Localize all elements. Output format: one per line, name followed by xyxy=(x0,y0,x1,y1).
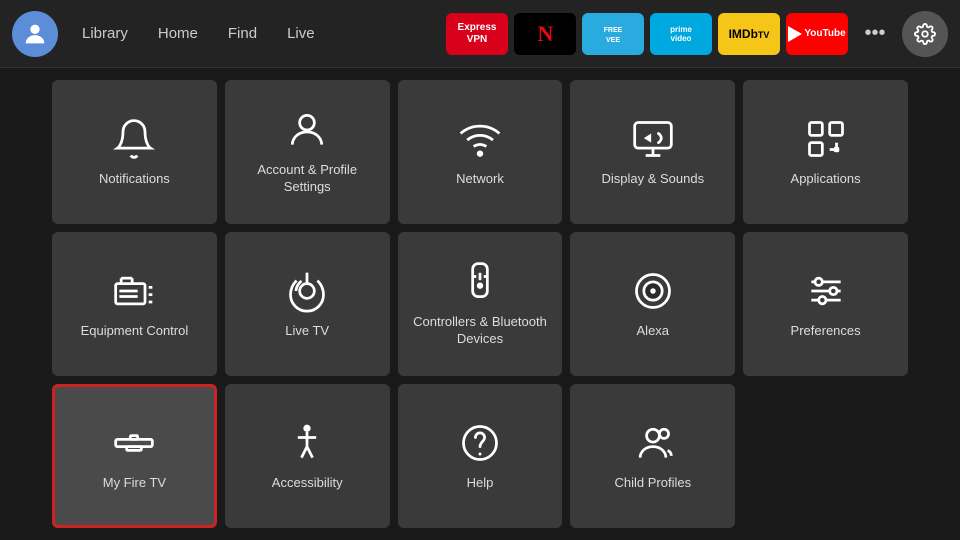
grid-child-profiles[interactable]: Child Profiles xyxy=(570,384,735,528)
top-nav: Library Home Find Live ExpressVPN N FREE… xyxy=(0,0,960,68)
preferences-label: Preferences xyxy=(791,323,861,340)
nav-live[interactable]: Live xyxy=(273,19,329,48)
svg-text:FREE: FREE xyxy=(604,27,623,34)
app-youtube[interactable]: YouTube xyxy=(786,13,848,55)
app-expressvpn[interactable]: ExpressVPN xyxy=(446,13,508,55)
nav-find[interactable]: Find xyxy=(214,19,271,48)
app-icons-bar: ExpressVPN N FREE VEE primevideo IMDbTV … xyxy=(446,11,948,57)
grid-account-profile[interactable]: Account & Profile Settings xyxy=(225,80,390,224)
grid-alexa[interactable]: Alexa xyxy=(570,232,735,376)
settings-grid: Notifications Account & Profile Settings… xyxy=(0,68,960,540)
live-tv-label: Live TV xyxy=(285,323,329,340)
applications-label: Applications xyxy=(791,171,861,188)
grid-accessibility[interactable]: Accessibility xyxy=(225,384,390,528)
grid-equipment-control[interactable]: Equipment Control xyxy=(52,232,217,376)
my-fire-tv-label: My Fire TV xyxy=(103,475,166,492)
grid-notifications[interactable]: Notifications xyxy=(52,80,217,224)
accessibility-label: Accessibility xyxy=(272,475,343,492)
account-profile-label: Account & Profile Settings xyxy=(235,162,380,196)
avatar[interactable] xyxy=(12,11,58,57)
equipment-control-label: Equipment Control xyxy=(81,323,189,340)
nav-links: Library Home Find Live xyxy=(68,19,329,48)
grid-display-sounds[interactable]: Display & Sounds xyxy=(570,80,735,224)
controllers-bluetooth-label: Controllers & Bluetooth Devices xyxy=(408,314,553,348)
app-imdb[interactable]: IMDbTV xyxy=(718,13,780,55)
svg-text:VEE: VEE xyxy=(606,37,620,44)
app-netflix[interactable]: N xyxy=(514,13,576,55)
help-label: Help xyxy=(467,475,494,492)
settings-button[interactable] xyxy=(902,11,948,57)
grid-applications[interactable]: Applications xyxy=(743,80,908,224)
app-freevee[interactable]: FREE VEE xyxy=(582,13,644,55)
app-prime[interactable]: primevideo xyxy=(650,13,712,55)
grid-preferences[interactable]: Preferences xyxy=(743,232,908,376)
network-label: Network xyxy=(456,171,504,188)
alexa-label: Alexa xyxy=(637,323,670,340)
grid-my-fire-tv[interactable]: My Fire TV xyxy=(52,384,217,528)
grid-network[interactable]: Network xyxy=(398,80,563,224)
grid-live-tv[interactable]: Live TV xyxy=(225,232,390,376)
child-profiles-label: Child Profiles xyxy=(614,475,691,492)
more-apps-button[interactable]: ••• xyxy=(854,13,896,55)
grid-help[interactable]: Help xyxy=(398,384,563,528)
display-sounds-label: Display & Sounds xyxy=(601,171,704,188)
nav-home[interactable]: Home xyxy=(144,19,212,48)
grid-controllers-bluetooth[interactable]: Controllers & Bluetooth Devices xyxy=(398,232,563,376)
nav-library[interactable]: Library xyxy=(68,19,142,48)
notifications-label: Notifications xyxy=(99,171,170,188)
